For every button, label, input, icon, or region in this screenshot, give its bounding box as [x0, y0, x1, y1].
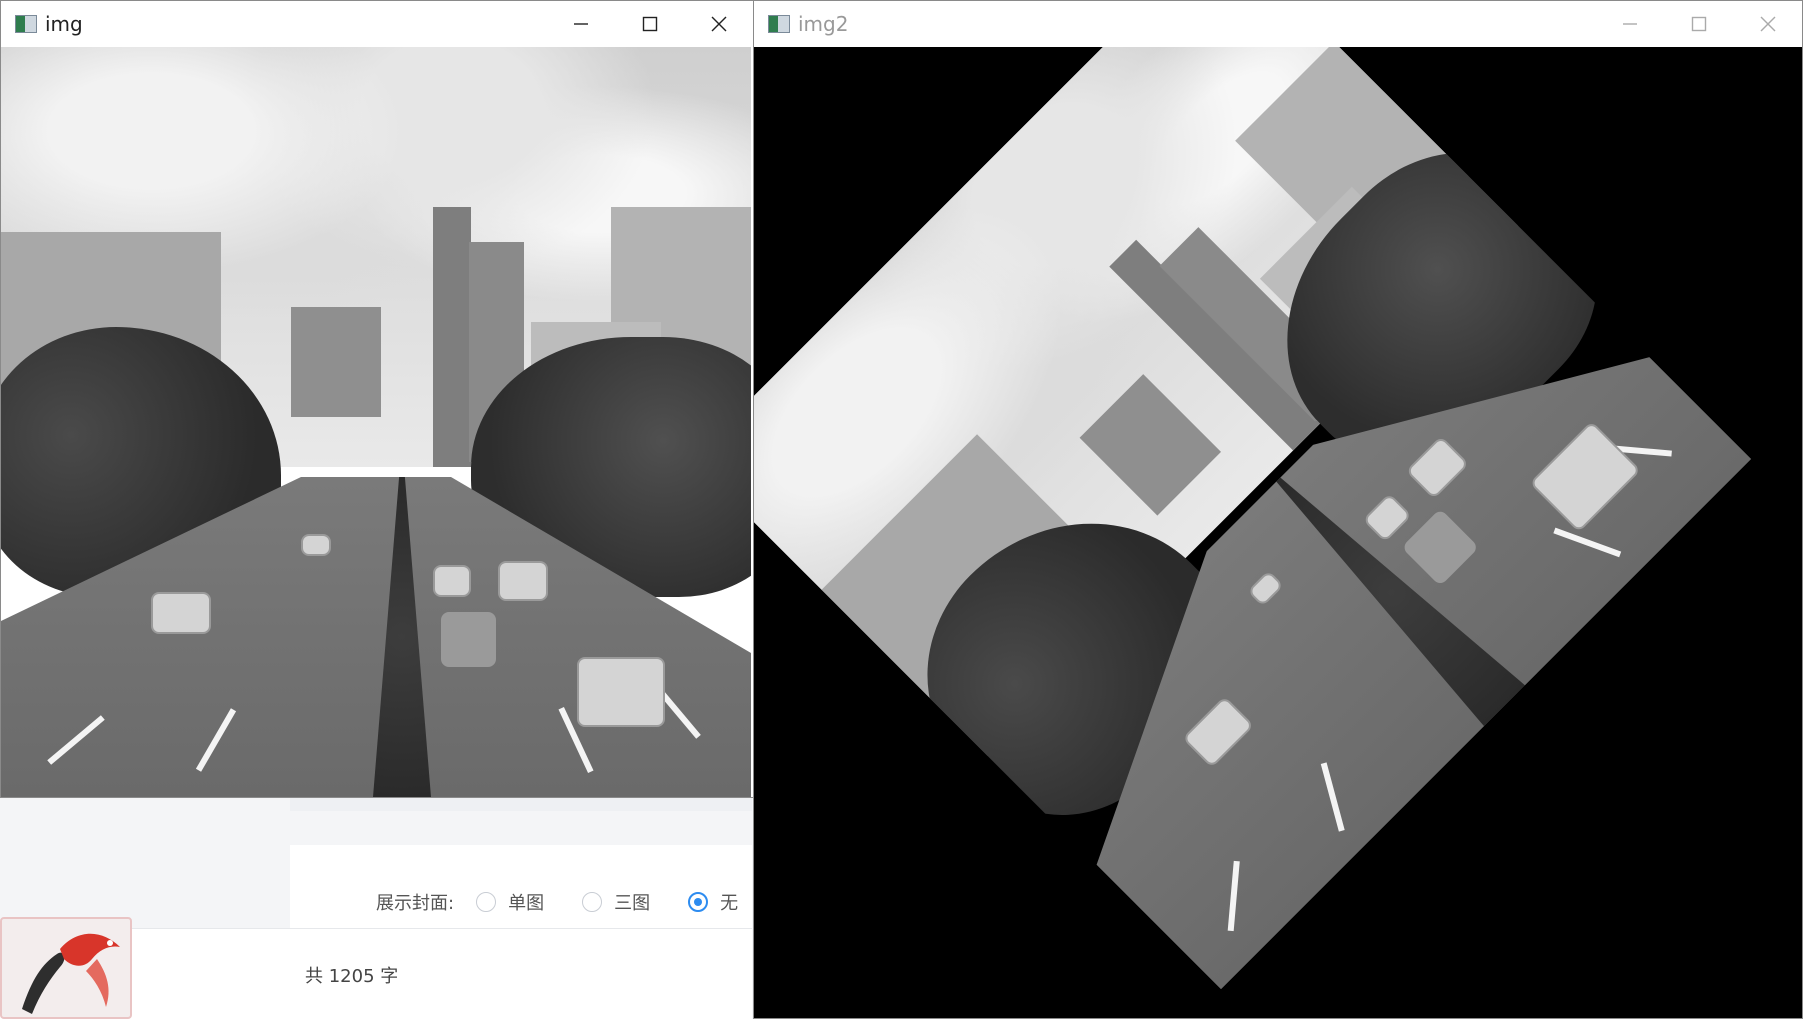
maximize-icon: [642, 16, 657, 32]
cover-option-three[interactable]: 三图: [582, 889, 650, 915]
close-button[interactable]: [684, 1, 753, 47]
minimize-icon: [1622, 23, 1637, 25]
street-scene-image: [1, 47, 751, 797]
window-title: img: [45, 12, 83, 36]
minimize-button[interactable]: [1595, 1, 1664, 47]
cover-option-none[interactable]: 无: [688, 889, 738, 915]
close-icon: [1760, 16, 1775, 32]
close-icon: [711, 16, 726, 32]
img2-window[interactable]: img2: [753, 0, 1803, 1019]
editor-divider: [290, 797, 752, 811]
koi-thumbnail[interactable]: [0, 917, 132, 1019]
image-canvas: [754, 47, 1802, 1018]
word-count: 共 1205 字: [305, 966, 399, 987]
close-button[interactable]: [1733, 1, 1802, 47]
app-icon: [15, 15, 37, 33]
app-icon: [768, 15, 790, 33]
radio-checked-icon[interactable]: [688, 892, 709, 912]
img2-titlebar[interactable]: img2: [754, 1, 1802, 47]
image-canvas: [1, 47, 753, 797]
img-titlebar[interactable]: img: [1, 1, 753, 47]
cover-option-label: 单图: [508, 893, 545, 914]
cover-option-label: 无: [720, 893, 739, 914]
img-window[interactable]: img: [0, 0, 754, 798]
minimize-button[interactable]: [546, 1, 615, 47]
minimize-icon: [573, 23, 588, 25]
maximize-button[interactable]: [615, 1, 684, 47]
window-title: img2: [798, 12, 849, 36]
radio-icon[interactable]: [476, 892, 497, 912]
cover-label: 展示封面:: [376, 893, 455, 914]
cover-option-label: 三图: [614, 893, 651, 914]
koi-fish-icon: [22, 933, 120, 1014]
cover-option-single[interactable]: 单图: [476, 889, 544, 915]
radio-icon[interactable]: [582, 892, 603, 912]
maximize-icon: [1691, 16, 1706, 32]
maximize-button[interactable]: [1664, 1, 1733, 47]
cover-options: 展示封面: 单图 三图 无: [376, 887, 776, 917]
